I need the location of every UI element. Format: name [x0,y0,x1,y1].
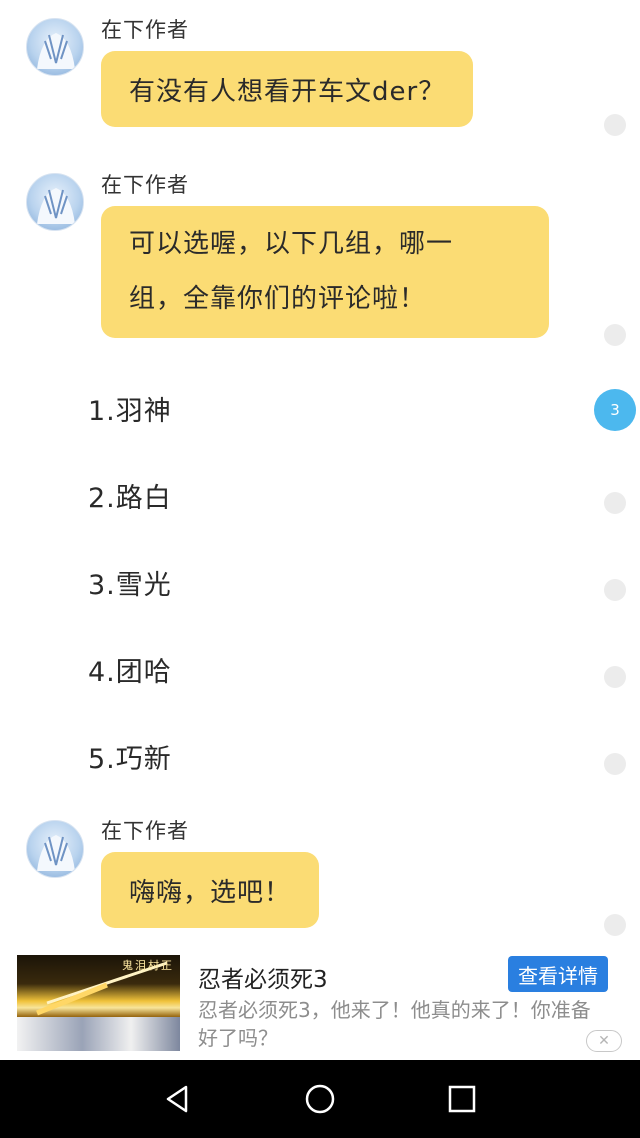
back-icon[interactable] [158,1079,198,1119]
ad-description[interactable]: 忍者必须死3，他来了！他真的来了！你准备好了吗？ [198,996,610,1052]
option-item: 4.团哈 [88,657,172,688]
close-icon[interactable]: ✕ [586,1030,622,1052]
home-icon[interactable] [300,1079,340,1119]
sender-name: 在下作者 [101,173,189,197]
option-item: 2.路白 [88,483,172,514]
system-navigation-bar [0,1060,640,1138]
comment-dot[interactable] [604,114,626,136]
comment-count-badge[interactable]: 3 [594,389,636,431]
view-details-button[interactable]: 查看详情 [508,956,608,992]
sender-name: 在下作者 [101,819,189,843]
ad-banner[interactable]: 鬼泪村正 忍者必须死3 查看详情 忍者必须死3，他来了！他真的来了！你准备好了吗… [0,946,640,1060]
message-line: 可以选喔，以下几组，哪一 [129,229,454,259]
message-bubble[interactable]: 有没有人想看开车文der？ [101,51,474,127]
ad-thumbnail[interactable]: 鬼泪村正 [17,955,180,1051]
avatar[interactable] [26,173,84,231]
ad-thumbnail-title: 鬼泪村正 [122,959,174,972]
comment-dot[interactable] [604,914,626,936]
avatar[interactable] [26,18,84,76]
message-bubble[interactable]: 嗨嗨，选吧！ [101,852,320,928]
option-item: 3.雪光 [88,570,172,601]
ad-title[interactable]: 忍者必须死3 [198,960,328,994]
message-line: 组，全靠你们的评论啦！ [129,284,427,314]
recent-apps-icon[interactable] [442,1079,482,1119]
comment-dot[interactable] [604,579,626,601]
ad-thumbnail-art [17,1017,180,1051]
avatar[interactable] [26,820,84,878]
option-item: 5.巧新 [88,744,172,775]
comment-dot[interactable] [604,666,626,688]
message-bubble[interactable]: 可以选喔，以下几组，哪一 组，全靠你们的评论啦！ [101,206,549,338]
comment-dot[interactable] [604,492,626,514]
option-item: 1.羽神 [88,396,172,427]
comment-dot[interactable] [604,324,626,346]
sender-name: 在下作者 [101,18,189,42]
comment-dot[interactable] [604,753,626,775]
